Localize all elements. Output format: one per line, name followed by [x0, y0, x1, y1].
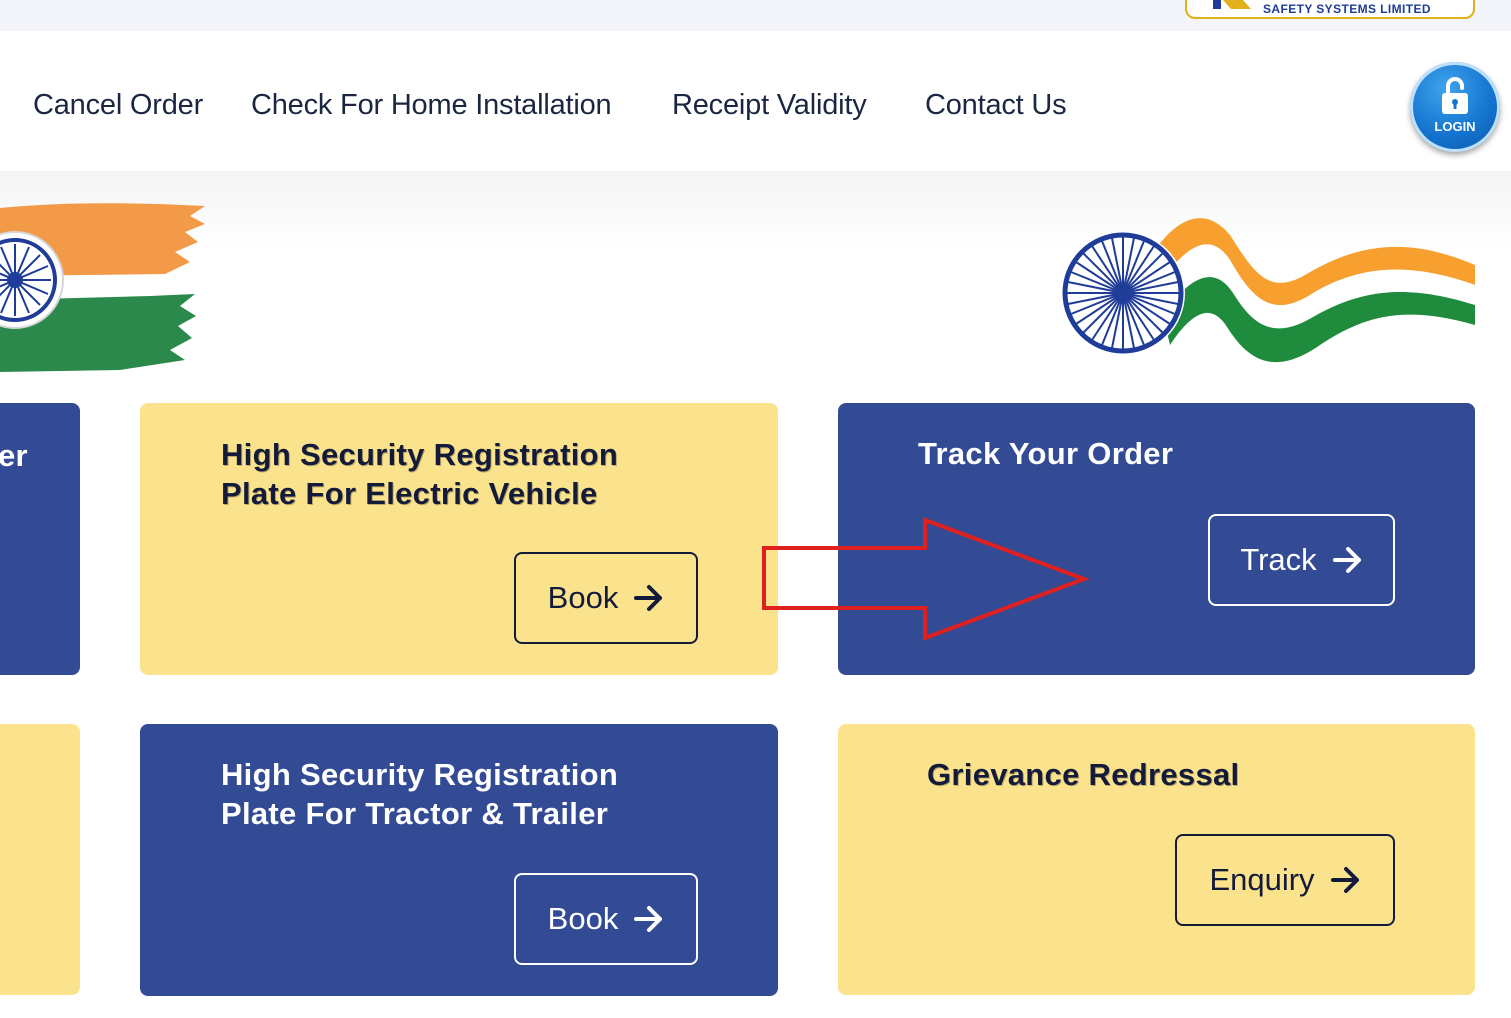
- unlock-icon: [1442, 77, 1468, 114]
- tractor-book-button[interactable]: Book: [514, 873, 698, 965]
- card-tractor-hsrp-title: High Security Registration Plate For Tra…: [221, 755, 618, 833]
- card-tractor-hsrp-title-line2: Plate For Tractor & Trailer: [221, 796, 609, 831]
- ev-book-button-label: Book: [547, 580, 619, 615]
- nav-check-home-installation[interactable]: Check For Home Installation: [251, 89, 612, 122]
- login-button[interactable]: LOGIN: [1410, 62, 1500, 152]
- nav-receipt-validity[interactable]: Receipt Validity: [672, 89, 867, 122]
- arrow-right-icon: [1332, 547, 1361, 573]
- track-button[interactable]: Track: [1208, 514, 1395, 606]
- card-tractor-hsrp-title-line1: High Security Registration: [221, 757, 619, 792]
- nav-contact-us[interactable]: Contact Us: [925, 89, 1067, 122]
- card-tractor-hsrp: High Security Registration Plate For Tra…: [140, 724, 778, 996]
- enquiry-button[interactable]: Enquiry: [1175, 834, 1395, 926]
- card-left-bottom-partial[interactable]: [0, 724, 80, 995]
- track-button-label: Track: [1240, 542, 1317, 577]
- card-ev-hsrp: High Security Registration Plate For Ele…: [140, 403, 778, 675]
- brand-logo[interactable]: SAFETY SYSTEMS LIMITED: [1185, 0, 1475, 19]
- brand-logo-text: SAFETY SYSTEMS LIMITED: [1263, 2, 1431, 16]
- card-left-top-partial[interactable]: er: [0, 403, 80, 675]
- card-grievance-title: Grievance Redressal: [927, 757, 1240, 792]
- indian-flag-right-decoration: [1061, 218, 1475, 363]
- indian-flag-left-decoration: [0, 203, 205, 372]
- ev-book-button[interactable]: Book: [514, 552, 698, 644]
- card-ev-hsrp-title-line1: High Security Registration: [221, 437, 619, 472]
- card-ev-hsrp-title: High Security Registration Plate For Ele…: [221, 435, 618, 513]
- nav-cancel-order[interactable]: Cancel Order: [33, 89, 203, 122]
- card-track-order-title: Track Your Order: [918, 436, 1174, 471]
- brand-logo-mark-icon: [1213, 0, 1251, 9]
- card-left-top-partial-title: er: [0, 438, 28, 473]
- arrow-right-icon: [634, 906, 663, 932]
- arrow-right-icon: [634, 585, 663, 611]
- main-navbar: Cancel Order Check For Home Installation…: [0, 31, 1511, 171]
- login-label: LOGIN: [1434, 119, 1476, 134]
- card-ev-hsrp-title-line2: Plate For Electric Vehicle: [221, 476, 598, 511]
- arrow-right-icon: [1330, 867, 1359, 893]
- card-grievance-redressal: Grievance Redressal Enquiry: [838, 724, 1475, 995]
- annotation-arrow-icon: [762, 517, 1090, 641]
- tractor-book-button-label: Book: [547, 901, 619, 936]
- enquiry-button-label: Enquiry: [1209, 862, 1315, 897]
